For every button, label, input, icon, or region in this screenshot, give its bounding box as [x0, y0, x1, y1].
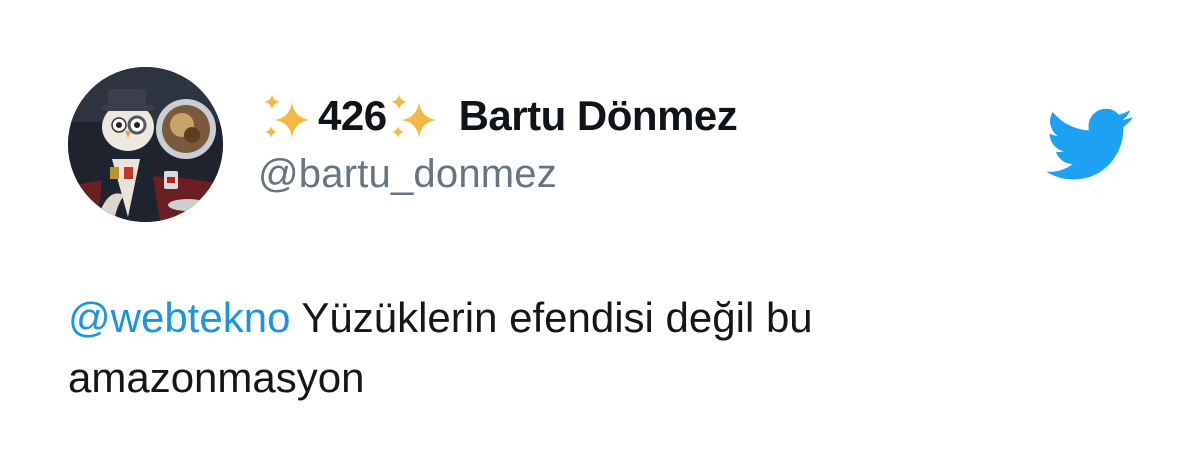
- twitter-bird-icon[interactable]: [1046, 108, 1134, 182]
- tweet-card: 426 Bartu Dönmez @bartu_donmez @webtekno…: [0, 0, 1200, 456]
- author-avatar[interactable]: [68, 67, 223, 222]
- owl-avatar-icon: [68, 67, 223, 222]
- mention-link[interactable]: @webtekno: [68, 294, 290, 341]
- display-name-number: 426: [318, 92, 387, 139]
- display-name-text: Bartu Dönmez: [458, 92, 738, 139]
- tweet-text: @webtekno Yüzüklerin efendisi değil bu a…: [68, 288, 1128, 408]
- sparkles-icon: [385, 88, 447, 144]
- tweet-body-line2: amazonmasyon: [68, 354, 365, 401]
- sparkles-icon: [258, 88, 320, 144]
- author-display-name[interactable]: 426 Bartu Dönmez: [262, 88, 738, 144]
- tweet-body-line1: Yüzüklerin efendisi değil bu: [290, 294, 813, 341]
- author-handle[interactable]: @bartu_donmez: [258, 152, 557, 197]
